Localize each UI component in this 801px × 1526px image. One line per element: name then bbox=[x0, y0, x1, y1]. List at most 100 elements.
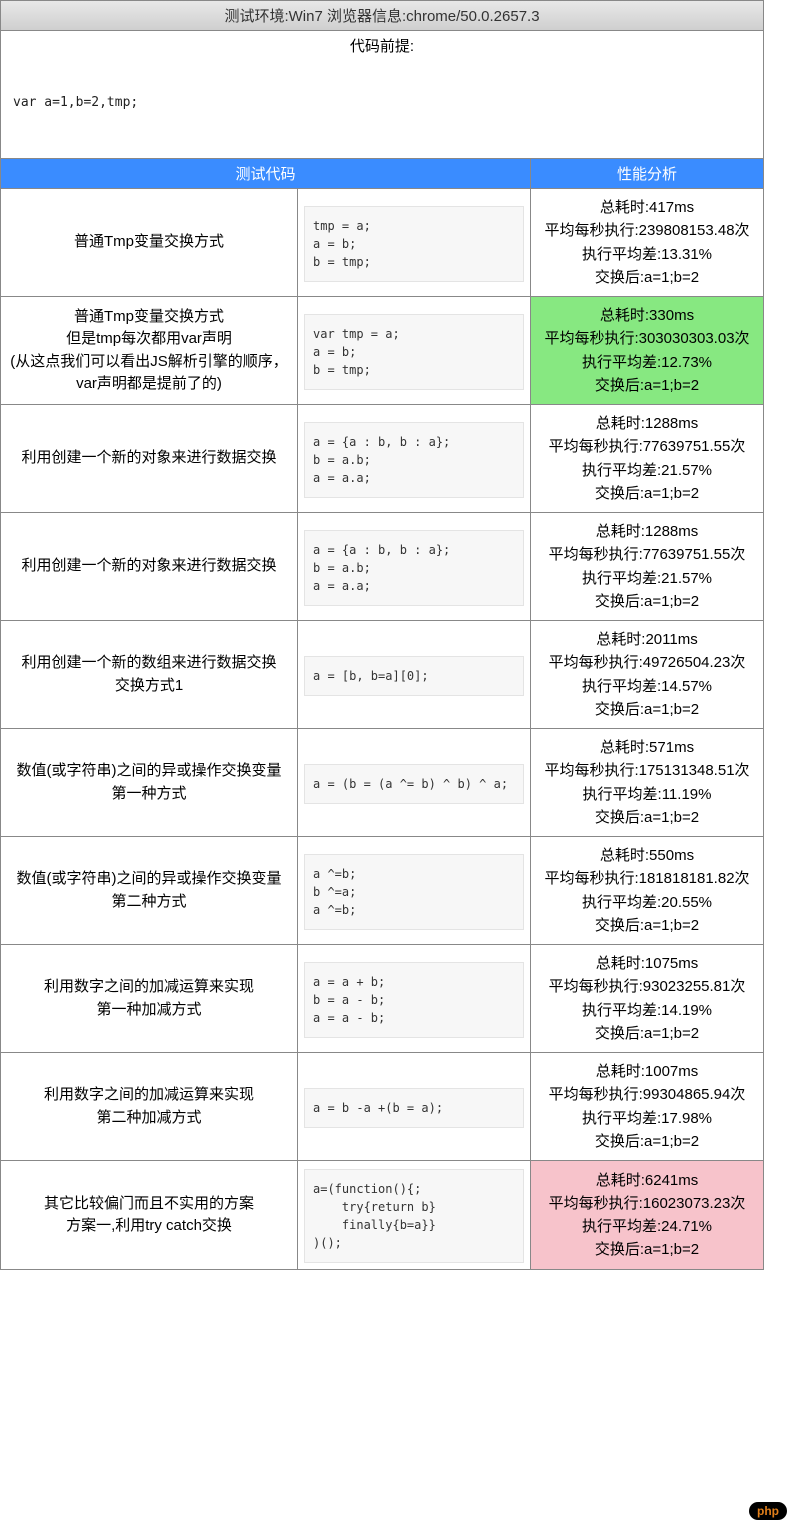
perf-cell: 总耗时:417ms平均每秒执行:239808153.48次执行平均差:13.31… bbox=[531, 189, 763, 296]
code-snippet: a=(function(){; try{return b} finally{b=… bbox=[304, 1169, 524, 1263]
perf-cell: 总耗时:1288ms平均每秒执行:77639751.55次执行平均差:21.57… bbox=[531, 405, 763, 512]
perf-per_sec: 平均每秒执行:77639751.55次 bbox=[549, 435, 746, 458]
table-row: 数值(或字符串)之间的异或操作交换变量 第二种方式a ^=b; b ^=a; a… bbox=[1, 837, 763, 945]
perf-avg_diff: 执行平均差:17.98% bbox=[582, 1107, 712, 1130]
perf-after: 交换后:a=1;b=2 bbox=[595, 590, 699, 613]
perf-after: 交换后:a=1;b=2 bbox=[595, 698, 699, 721]
perf-avg_diff: 执行平均差:20.55% bbox=[582, 891, 712, 914]
code-snippet: a = a + b; b = a - b; a = a - b; bbox=[304, 962, 524, 1038]
perf-after: 交换后:a=1;b=2 bbox=[595, 374, 699, 397]
table-row: 利用数字之间的加减运算来实现 第二种加减方式a = b -a +(b = a);… bbox=[1, 1053, 763, 1161]
method-name: 利用创建一个新的对象来进行数据交换 bbox=[1, 513, 298, 620]
code-snippet: a = b -a +(b = a); bbox=[304, 1088, 524, 1128]
code-cell: a = b -a +(b = a); bbox=[298, 1053, 531, 1160]
table-row: 普通Tmp变量交换方式 但是tmp每次都用var声明 (从这点我们可以看出JS解… bbox=[1, 297, 763, 405]
table-row: 利用创建一个新的数组来进行数据交换 交换方式1a = [b, b=a][0];总… bbox=[1, 621, 763, 729]
code-snippet: tmp = a; a = b; b = tmp; bbox=[304, 206, 524, 282]
php-badge-text: php bbox=[757, 1502, 779, 1520]
code-snippet: a = {a : b, b : a}; b = a.b; a = a.a; bbox=[304, 422, 524, 498]
code-snippet: a = {a : b, b : a}; b = a.b; a = a.a; bbox=[304, 530, 524, 606]
perf-per_sec: 平均每秒执行:49726504.23次 bbox=[549, 651, 746, 674]
perf-after: 交换后:a=1;b=2 bbox=[595, 806, 699, 829]
perf-after: 交换后:a=1;b=2 bbox=[595, 1022, 699, 1045]
header-row: 测试代码 性能分析 bbox=[1, 159, 763, 189]
code-snippet: a ^=b; b ^=a; a ^=b; bbox=[304, 854, 524, 930]
perf-cell: 总耗时:330ms平均每秒执行:303030303.03次执行平均差:12.73… bbox=[531, 297, 763, 404]
code-cell: var tmp = a; a = b; b = tmp; bbox=[298, 297, 531, 404]
code-cell: a ^=b; b ^=a; a ^=b; bbox=[298, 837, 531, 944]
method-name: 利用数字之间的加减运算来实现 第二种加减方式 bbox=[1, 1053, 298, 1160]
perf-after: 交换后:a=1;b=2 bbox=[595, 482, 699, 505]
table-row: 普通Tmp变量交换方式tmp = a; a = b; b = tmp;总耗时:4… bbox=[1, 189, 763, 297]
rows-container: 普通Tmp变量交换方式tmp = a; a = b; b = tmp;总耗时:4… bbox=[1, 189, 763, 1270]
perf-avg_diff: 执行平均差:13.31% bbox=[582, 243, 712, 266]
perf-avg_diff: 执行平均差:24.71% bbox=[582, 1215, 712, 1238]
perf-after: 交换后:a=1;b=2 bbox=[595, 1130, 699, 1153]
perf-avg_diff: 执行平均差:21.57% bbox=[582, 459, 712, 482]
perf-total: 总耗时:550ms bbox=[600, 844, 694, 867]
perf-per_sec: 平均每秒执行:77639751.55次 bbox=[549, 543, 746, 566]
perf-total: 总耗时:330ms bbox=[600, 304, 694, 327]
perf-cell: 总耗时:1075ms平均每秒执行:93023255.81次执行平均差:14.19… bbox=[531, 945, 763, 1052]
perf-per_sec: 平均每秒执行:175131348.51次 bbox=[544, 759, 749, 782]
perf-total: 总耗时:417ms bbox=[600, 196, 694, 219]
php-badge: php bbox=[749, 1502, 787, 1520]
table-row: 数值(或字符串)之间的异或操作交换变量 第一种方式a = (b = (a ^= … bbox=[1, 729, 763, 837]
perf-total: 总耗时:1007ms bbox=[596, 1060, 699, 1083]
code-cell: tmp = a; a = b; b = tmp; bbox=[298, 189, 531, 296]
method-name: 利用创建一个新的对象来进行数据交换 bbox=[1, 405, 298, 512]
method-name: 利用数字之间的加减运算来实现 第一种加减方式 bbox=[1, 945, 298, 1052]
perf-total: 总耗时:1288ms bbox=[596, 520, 699, 543]
table-row: 其它比较偏门而且不实用的方案 方案一,利用try catch交换a=(funct… bbox=[1, 1161, 763, 1270]
code-snippet: var tmp = a; a = b; b = tmp; bbox=[304, 314, 524, 390]
perf-per_sec: 平均每秒执行:16023073.23次 bbox=[549, 1192, 746, 1215]
perf-after: 交换后:a=1;b=2 bbox=[595, 266, 699, 289]
perf-per_sec: 平均每秒执行:239808153.48次 bbox=[544, 219, 749, 242]
perf-total: 总耗时:2011ms bbox=[596, 628, 697, 651]
premise-code: var a=1,b=2,tmp; bbox=[1, 59, 763, 159]
code-cell: a = (b = (a ^= b) ^ b) ^ a; bbox=[298, 729, 531, 836]
perf-avg_diff: 执行平均差:21.57% bbox=[582, 567, 712, 590]
table-row: 利用创建一个新的对象来进行数据交换a = {a : b, b : a}; b =… bbox=[1, 513, 763, 621]
perf-total: 总耗时:571ms bbox=[600, 736, 694, 759]
perf-cell: 总耗时:571ms平均每秒执行:175131348.51次执行平均差:11.19… bbox=[531, 729, 763, 836]
perf-total: 总耗时:6241ms bbox=[596, 1169, 699, 1192]
perf-total: 总耗时:1288ms bbox=[596, 412, 699, 435]
perf-after: 交换后:a=1;b=2 bbox=[595, 914, 699, 937]
perf-per_sec: 平均每秒执行:93023255.81次 bbox=[549, 975, 746, 998]
code-snippet: a = (b = (a ^= b) ^ b) ^ a; bbox=[304, 764, 524, 804]
perf-total: 总耗时:1075ms bbox=[596, 952, 699, 975]
method-name: 数值(或字符串)之间的异或操作交换变量 第一种方式 bbox=[1, 729, 298, 836]
environment-bar: 测试环境:Win7 浏览器信息:chrome/50.0.2657.3 bbox=[1, 1, 763, 31]
perf-cell: 总耗时:550ms平均每秒执行:181818181.82次执行平均差:20.55… bbox=[531, 837, 763, 944]
perf-per_sec: 平均每秒执行:303030303.03次 bbox=[544, 327, 749, 350]
perf-cell: 总耗时:1288ms平均每秒执行:77639751.55次执行平均差:21.57… bbox=[531, 513, 763, 620]
perf-avg_diff: 执行平均差:12.73% bbox=[582, 351, 712, 374]
benchmark-table: 测试环境:Win7 浏览器信息:chrome/50.0.2657.3 代码前提:… bbox=[0, 0, 764, 1270]
perf-cell: 总耗时:1007ms平均每秒执行:99304865.94次执行平均差:17.98… bbox=[531, 1053, 763, 1160]
perf-avg_diff: 执行平均差:14.57% bbox=[582, 675, 712, 698]
premise-label: 代码前提: bbox=[1, 31, 763, 59]
method-name: 数值(或字符串)之间的异或操作交换变量 第二种方式 bbox=[1, 837, 298, 944]
table-row: 利用创建一个新的对象来进行数据交换a = {a : b, b : a}; b =… bbox=[1, 405, 763, 513]
code-cell: a = [b, b=a][0]; bbox=[298, 621, 531, 728]
header-code: 测试代码 bbox=[1, 159, 531, 189]
method-name: 普通Tmp变量交换方式 bbox=[1, 189, 298, 296]
perf-avg_diff: 执行平均差:14.19% bbox=[582, 999, 712, 1022]
code-cell: a = {a : b, b : a}; b = a.b; a = a.a; bbox=[298, 405, 531, 512]
code-snippet: a = [b, b=a][0]; bbox=[304, 656, 524, 696]
method-name: 普通Tmp变量交换方式 但是tmp每次都用var声明 (从这点我们可以看出JS解… bbox=[1, 297, 298, 404]
perf-cell: 总耗时:6241ms平均每秒执行:16023073.23次执行平均差:24.71… bbox=[531, 1161, 763, 1269]
perf-per_sec: 平均每秒执行:181818181.82次 bbox=[544, 867, 749, 890]
perf-per_sec: 平均每秒执行:99304865.94次 bbox=[549, 1083, 746, 1106]
code-cell: a=(function(){; try{return b} finally{b=… bbox=[298, 1161, 531, 1269]
code-cell: a = a + b; b = a - b; a = a - b; bbox=[298, 945, 531, 1052]
method-name: 利用创建一个新的数组来进行数据交换 交换方式1 bbox=[1, 621, 298, 728]
perf-cell: 总耗时:2011ms平均每秒执行:49726504.23次执行平均差:14.57… bbox=[531, 621, 763, 728]
method-name: 其它比较偏门而且不实用的方案 方案一,利用try catch交换 bbox=[1, 1161, 298, 1269]
header-perf: 性能分析 bbox=[531, 159, 763, 189]
code-cell: a = {a : b, b : a}; b = a.b; a = a.a; bbox=[298, 513, 531, 620]
perf-avg_diff: 执行平均差:11.19% bbox=[583, 783, 712, 806]
table-row: 利用数字之间的加减运算来实现 第一种加减方式a = a + b; b = a -… bbox=[1, 945, 763, 1053]
perf-after: 交换后:a=1;b=2 bbox=[595, 1238, 699, 1261]
